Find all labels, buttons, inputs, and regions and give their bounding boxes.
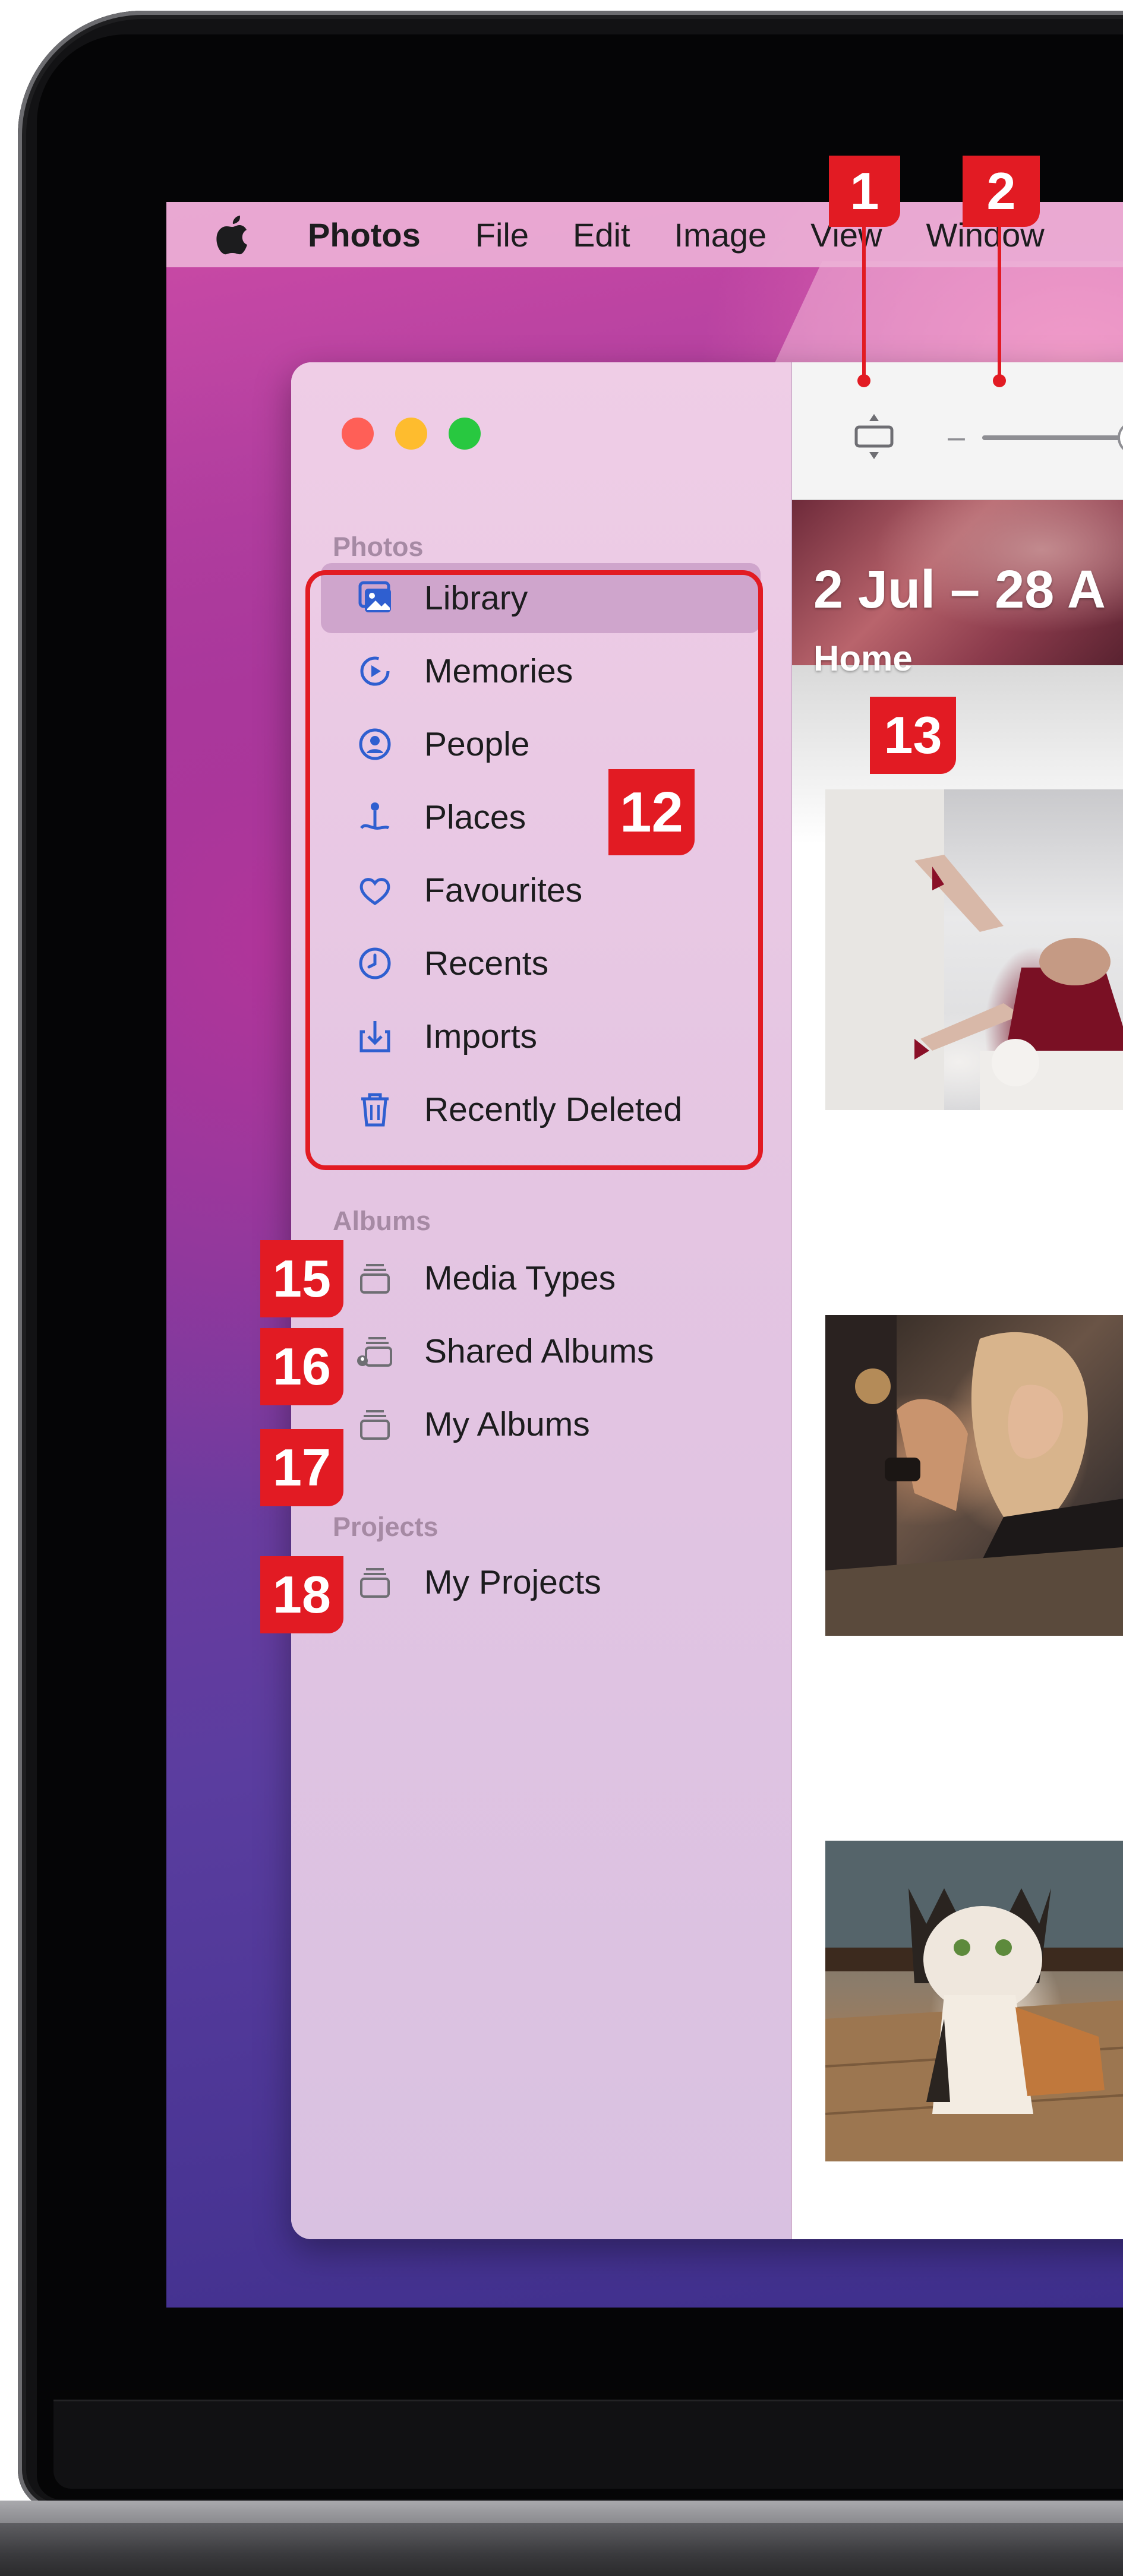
- callout-marker-17: 17: [260, 1429, 343, 1506]
- sidebar-item-label: Shared Albums: [424, 1332, 654, 1370]
- minimize-button[interactable]: [395, 418, 427, 450]
- shared-album-icon: [357, 1337, 392, 1367]
- callout-marker-13: 13: [870, 697, 956, 774]
- sidebar-item-shared-albums[interactable]: Shared Albums: [321, 1316, 761, 1386]
- moment-date-title: 2 Jul – 28 A: [813, 560, 1106, 619]
- aspect-ratio-icon[interactable]: [851, 413, 897, 460]
- callout-marker-18: 18: [260, 1556, 343, 1633]
- sidebar-item-my-albums[interactable]: My Albums: [321, 1389, 761, 1459]
- callout-marker-16: 16: [260, 1328, 343, 1405]
- photo-thumbnail[interactable]: [825, 789, 1123, 1110]
- folder-stack-icon: [360, 1264, 390, 1294]
- menu-file[interactable]: File: [475, 216, 529, 254]
- callout-dot-2: [993, 374, 1006, 387]
- section-title-photos: Photos: [333, 532, 424, 562]
- photo-grid: 2 Jul – 28 A Home: [792, 500, 1123, 2239]
- folder-stack-icon: [360, 1568, 390, 1598]
- section-title-albums: Albums: [333, 1206, 431, 1236]
- photo-content: [825, 789, 1123, 1110]
- menu-photos[interactable]: Photos: [308, 216, 421, 254]
- toolbar: –: [792, 362, 1123, 500]
- laptop-base: [0, 2523, 1123, 2576]
- menu-image[interactable]: Image: [674, 216, 767, 254]
- photo-content: [825, 1315, 1123, 1636]
- photo-thumbnail[interactable]: [825, 1841, 1123, 2161]
- photo-thumbnail[interactable]: [825, 1315, 1123, 1636]
- apple-logo-icon[interactable]: [215, 215, 250, 255]
- sidebar-item-label: My Projects: [424, 1563, 601, 1601]
- zoom-slider-knob[interactable]: [1118, 421, 1123, 454]
- callout-leader-1: [862, 220, 866, 380]
- laptop-base-edge: [0, 2501, 1123, 2523]
- callout-highlight-photos-section: [305, 570, 763, 1170]
- callout-marker-12: 12: [608, 769, 695, 855]
- callout-leader-2: [998, 220, 1001, 380]
- sidebar-item-label: My Albums: [424, 1405, 590, 1443]
- zoom-out-label: –: [948, 420, 965, 454]
- folder-stack-icon: [360, 1410, 390, 1440]
- callout-marker-2: 2: [963, 156, 1040, 227]
- callout-marker-15: 15: [260, 1240, 343, 1317]
- zoom-button[interactable]: [449, 418, 481, 450]
- sidebar-item-my-projects[interactable]: My Projects: [321, 1547, 761, 1617]
- photo-content: [825, 1841, 1123, 2161]
- laptop-chin: [53, 2400, 1123, 2489]
- zoom-slider-track[interactable]: [982, 435, 1123, 440]
- section-title-projects: Projects: [333, 1512, 439, 1542]
- close-button[interactable]: [342, 418, 374, 450]
- menu-edit[interactable]: Edit: [573, 216, 630, 254]
- sidebar-item-label: Media Types: [424, 1259, 616, 1297]
- sidebar-item-media-types[interactable]: Media Types: [321, 1243, 761, 1313]
- moment-location[interactable]: Home: [813, 638, 913, 679]
- callout-dot-1: [857, 374, 870, 387]
- callout-marker-1: 1: [829, 156, 900, 227]
